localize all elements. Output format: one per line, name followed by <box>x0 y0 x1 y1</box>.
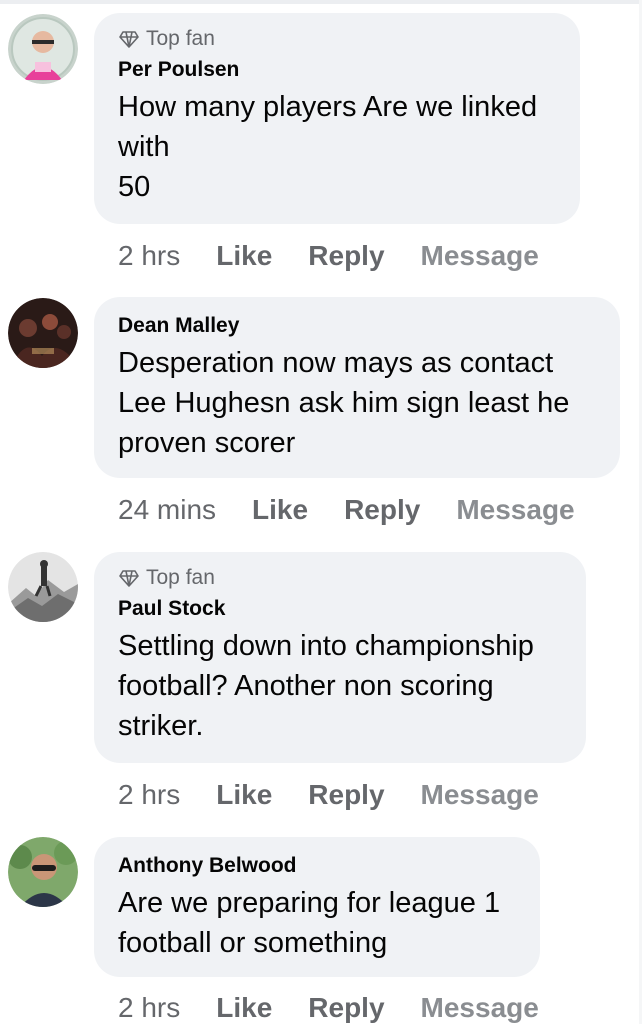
avatar-image <box>8 14 78 84</box>
like-button[interactable]: Like <box>216 779 272 811</box>
reply-button[interactable]: Reply <box>344 494 420 526</box>
reply-button[interactable]: Reply <box>308 240 384 272</box>
message-button[interactable]: Message <box>421 992 539 1024</box>
avatar-image <box>8 552 78 622</box>
top-fan-badge: Top fan <box>118 25 556 53</box>
avatar[interactable] <box>8 552 78 622</box>
avatar[interactable] <box>8 837 78 907</box>
comment-bubble: Top fan Paul Stock Settling down into ch… <box>94 552 586 763</box>
avatar-image <box>8 298 78 368</box>
avatar[interactable] <box>8 298 78 368</box>
like-button[interactable]: Like <box>216 992 272 1024</box>
author-name[interactable]: Anthony Belwood <box>118 851 516 881</box>
author-name[interactable]: Dean Malley <box>118 311 596 341</box>
comment-bubble: Top fan Per Poulsen How many players Are… <box>94 13 580 224</box>
comment-actions: 2 hrs Like Reply Message <box>118 236 575 276</box>
like-button[interactable]: Like <box>252 494 308 526</box>
timestamp[interactable]: 2 hrs <box>118 240 180 272</box>
message-button[interactable]: Message <box>421 779 539 811</box>
like-button[interactable]: Like <box>216 240 272 272</box>
badge-label: Top fan <box>146 566 215 589</box>
avatar-image <box>8 837 78 907</box>
badge-label: Top fan <box>146 27 215 50</box>
author-name[interactable]: Per Poulsen <box>118 55 556 85</box>
timestamp[interactable]: 2 hrs <box>118 992 180 1024</box>
comment-actions: 2 hrs Like Reply Message <box>118 775 575 815</box>
reply-button[interactable]: Reply <box>308 992 384 1024</box>
comment-text: Desperation now mays as contact Lee Hugh… <box>118 347 570 459</box>
comment-actions: 2 hrs Like Reply Message <box>118 988 575 1028</box>
comment-feed: Top fan Per Poulsen How many players Are… <box>0 0 642 1024</box>
message-button[interactable]: Message <box>421 240 539 272</box>
comment-bubble: Dean Malley Desperation now mays as cont… <box>94 297 620 478</box>
comment-text: How many players Are we linked with 50 <box>118 91 538 203</box>
top-divider <box>0 0 642 4</box>
timestamp[interactable]: 2 hrs <box>118 779 180 811</box>
diamond-icon <box>118 567 140 589</box>
author-name[interactable]: Paul Stock <box>118 594 562 624</box>
comment-text: Settling down into championship football… <box>118 630 534 742</box>
reply-button[interactable]: Reply <box>308 779 384 811</box>
comment-bubble: Anthony Belwood Are we preparing for lea… <box>94 837 540 977</box>
avatar[interactable] <box>8 14 78 84</box>
message-button[interactable]: Message <box>456 494 574 526</box>
top-fan-badge: Top fan <box>118 564 562 592</box>
comment-actions: 24 mins Like Reply Message <box>118 490 611 530</box>
comment-text: Are we preparing for league 1 football o… <box>118 887 501 959</box>
timestamp[interactable]: 24 mins <box>118 494 216 526</box>
diamond-icon <box>118 28 140 50</box>
